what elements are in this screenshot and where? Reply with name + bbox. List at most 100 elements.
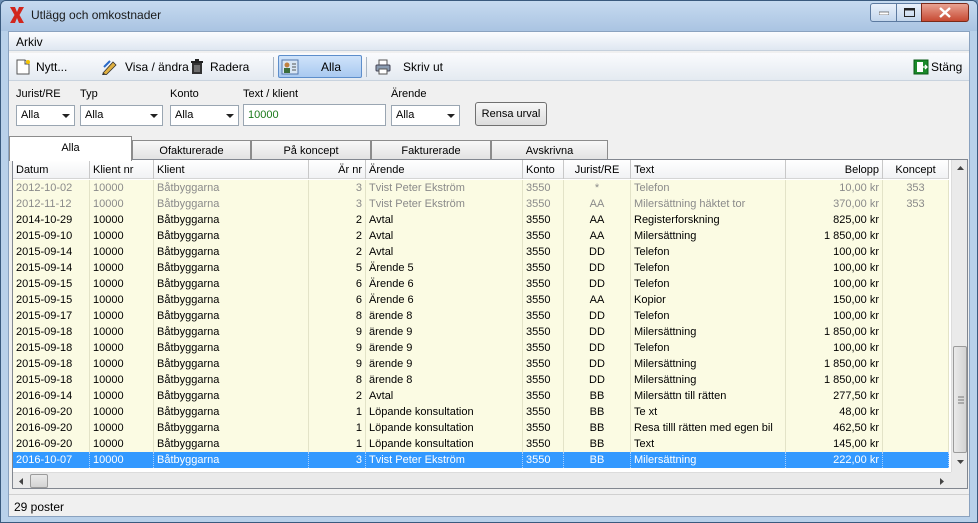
cell-client: Båtbyggarna — [154, 244, 309, 260]
clear-filter-button[interactable]: Rensa urval — [475, 102, 547, 126]
cell-draft — [883, 212, 949, 228]
table-row[interactable]: 2015-09-15 10000 Båtbyggarna 6 Ärende 6 3550 A… — [13, 292, 949, 308]
column-header-draft[interactable]: Koncept — [883, 160, 949, 179]
cell-lawyer: DD — [564, 308, 631, 324]
table-row[interactable]: 2016-09-20 10000 Båtbyggarna 1 Löpande konsu… — [13, 420, 949, 436]
table-row[interactable]: 2014-10-29 10000 Båtbyggarna 2 Avtal 3550 AA Re… — [13, 212, 949, 228]
table-row[interactable]: 2015-09-18 10000 Båtbyggarna 9 ärende 9 3550 D… — [13, 356, 949, 372]
table-row[interactable]: 2016-09-14 10000 Båtbyggarna 2 Avtal 3550 BB Mi… — [13, 388, 949, 404]
scroll-right-icon[interactable] — [934, 473, 950, 489]
tab-ofakturerade[interactable]: Ofakturerade — [132, 140, 251, 160]
title-bar[interactable]: Utlägg och omkostnader — [1, 1, 977, 31]
maximize-button[interactable] — [896, 3, 922, 22]
new-document-icon — [16, 59, 30, 74]
cell-date: 2016-09-20 — [13, 404, 90, 420]
cell-case-nr: 1 — [309, 420, 366, 436]
tab-pa-koncept[interactable]: På koncept — [251, 140, 371, 160]
cell-case: Löpande konsultation — [366, 420, 523, 436]
table-row[interactable]: 2015-09-14 10000 Båtbyggarna 5 Ärende 5 3550 D… — [13, 260, 949, 276]
table-row[interactable]: 2015-09-14 10000 Båtbyggarna 2 Avtal 3550 DD Te… — [13, 244, 949, 260]
scroll-up-icon[interactable] — [952, 160, 968, 176]
column-header-client[interactable]: Klient — [154, 160, 309, 179]
print-button[interactable]: Skriv ut — [375, 55, 443, 78]
table-row[interactable]: 2015-09-18 10000 Båtbyggarna 8 ärende 8 3550 D… — [13, 372, 949, 388]
minimize-button[interactable] — [870, 3, 897, 22]
table-row[interactable]: 2016-09-20 10000 Båtbyggarna 1 Löpande konsu… — [13, 436, 949, 452]
jurist-label: Jurist/RE — [16, 88, 61, 100]
cell-date: 2016-10-07 — [13, 452, 90, 468]
cell-date: 2015-09-14 — [13, 244, 90, 260]
scroll-down-icon[interactable] — [952, 454, 968, 470]
cell-lawyer: DD — [564, 340, 631, 356]
cell-client: Båtbyggarna — [154, 308, 309, 324]
column-header-amount[interactable]: Belopp — [786, 160, 883, 179]
cell-client-nr: 10000 — [90, 372, 154, 388]
table-row[interactable]: 2012-11-12 10000 Båtbyggarna 3 Tvist Peter E… — [13, 196, 949, 212]
all-filter-button[interactable]: Alla — [278, 55, 362, 78]
cell-draft — [883, 388, 949, 404]
cell-date: 2012-11-12 — [13, 196, 90, 212]
cell-case: Avtal — [366, 244, 523, 260]
new-button[interactable]: Nytt... — [16, 55, 67, 78]
table-row[interactable]: 2015-09-10 10000 Båtbyggarna 2 Avtal 3550 AA Mi… — [13, 228, 949, 244]
table-row[interactable]: 2015-09-17 10000 Båtbyggarna 8 ärende 8 3550 D… — [13, 308, 949, 324]
cell-case: Löpande konsultation — [366, 404, 523, 420]
text-client-input[interactable]: 10000 — [243, 104, 386, 126]
cell-client: Båtbyggarna — [154, 372, 309, 388]
cell-case-nr: 2 — [309, 388, 366, 404]
scroll-left-icon[interactable] — [13, 473, 29, 489]
cell-case: Löpande konsultation — [366, 436, 523, 452]
cell-amount: 48,00 kr — [786, 404, 883, 420]
delete-button-label: Radera — [210, 59, 250, 74]
column-header-date[interactable]: Datum — [13, 160, 90, 179]
column-header-case-nr[interactable]: Är nr — [309, 160, 366, 179]
horizontal-scroll-thumb[interactable] — [30, 474, 48, 488]
cell-draft: 353 — [883, 196, 949, 212]
delete-button[interactable]: Radera — [190, 55, 249, 78]
jurist-select[interactable]: Alla — [16, 105, 75, 126]
column-header-text[interactable]: Text — [631, 160, 786, 179]
maximize-icon — [903, 8, 915, 17]
column-header-client-nr[interactable]: Klient nr — [90, 160, 154, 179]
cell-text: Milersättn till rätten — [631, 388, 786, 404]
horizontal-scrollbar[interactable] — [13, 472, 951, 489]
column-header-lawyer[interactable]: Jurist/RE — [564, 160, 631, 179]
cell-draft — [883, 308, 949, 324]
close-dialog-button[interactable]: Stäng — [913, 55, 962, 78]
table-row[interactable]: 2015-09-15 10000 Båtbyggarna 6 Ärende 6 3550 D… — [13, 276, 949, 292]
vertical-scrollbar[interactable] — [951, 160, 968, 472]
column-header-account[interactable]: Konto — [523, 160, 564, 179]
cell-client: Båtbyggarna — [154, 260, 309, 276]
column-header-case[interactable]: Ärende — [366, 160, 523, 179]
tab-avskrivna[interactable]: Avskrivna — [491, 140, 608, 160]
cell-client: Båtbyggarna — [154, 388, 309, 404]
cell-lawyer: DD — [564, 356, 631, 372]
cell-lawyer: AA — [564, 228, 631, 244]
chevron-down-icon — [226, 114, 234, 118]
cell-case-nr: 3 — [309, 196, 366, 212]
typ-select[interactable]: Alla — [80, 105, 163, 126]
close-window-button[interactable] — [921, 3, 969, 22]
cell-date: 2015-09-18 — [13, 356, 90, 372]
tab-fakturerade[interactable]: Fakturerade — [371, 140, 491, 160]
cell-case-nr: 5 — [309, 260, 366, 276]
konto-select[interactable]: Alla — [170, 105, 239, 126]
tab-alla[interactable]: Alla — [9, 136, 132, 161]
menu-arkiv[interactable]: Arkiv — [16, 35, 43, 49]
cell-client-nr: 10000 — [90, 340, 154, 356]
cell-case-nr: 6 — [309, 276, 366, 292]
cell-text: Telefon — [631, 340, 786, 356]
table-row[interactable]: 2015-09-18 10000 Båtbyggarna 9 ärende 9 3550 D… — [13, 324, 949, 340]
vertical-scroll-thumb[interactable] — [953, 346, 967, 453]
cell-case: ärende 9 — [366, 324, 523, 340]
arende-select[interactable]: Alla — [391, 105, 460, 126]
table-row[interactable]: 2012-10-02 10000 Båtbyggarna 3 Tvist Peter E… — [13, 180, 949, 196]
scrollbar-corner — [951, 472, 967, 488]
all-filter-button-label: Alla — [321, 59, 342, 74]
typ-select-value: Alla — [85, 109, 104, 121]
cell-date: 2015-09-10 — [13, 228, 90, 244]
table-row[interactable]: 2015-09-18 10000 Båtbyggarna 9 ärende 9 3550 D… — [13, 340, 949, 356]
table-row[interactable]: 2016-09-20 10000 Båtbyggarna 1 Löpande konsu… — [13, 404, 949, 420]
view-edit-button[interactable]: Visa / ändra — [101, 55, 189, 78]
table-row[interactable]: 2016-10-07 10000 Båtbyggarna 3 Tvist Peter E… — [13, 452, 949, 468]
